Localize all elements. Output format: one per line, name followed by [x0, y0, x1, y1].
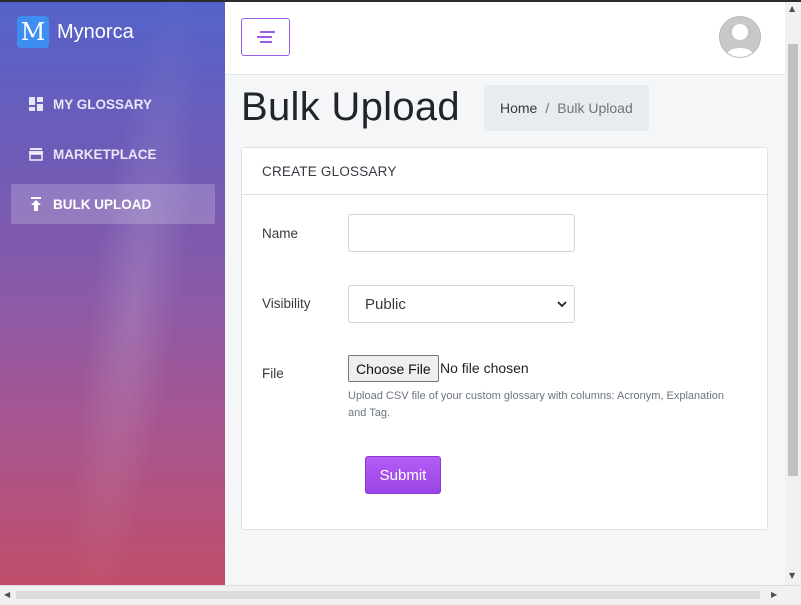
dashboard-icon	[29, 97, 43, 111]
avatar-silhouette	[726, 24, 754, 57]
main-content: Bulk Upload Home / Bulk Upload CREATE GL…	[225, 75, 785, 585]
sidebar-item-label: BULK UPLOAD	[53, 196, 152, 212]
sidebar: M Mynorca MY GLOSSARY MARKETPLACE BULK U…	[0, 2, 225, 585]
breadcrumb-home-link[interactable]: Home	[500, 100, 537, 116]
horizontal-scrollbar[interactable]: ◀ ▶	[0, 585, 801, 605]
menu-toggle-button[interactable]	[241, 18, 290, 56]
file-help-text: Upload CSV file of your custom glossary …	[348, 390, 724, 419]
name-input[interactable]	[348, 214, 575, 252]
page-title: Bulk Upload	[241, 85, 460, 129]
file-label: File	[262, 366, 284, 381]
sidebar-item-label: MY GLOSSARY	[53, 96, 153, 112]
visibility-select[interactable]: Public	[348, 285, 575, 323]
create-glossary-card: CREATE GLOSSARY Name Visibility Public F…	[241, 147, 768, 530]
brand-logo-icon: M	[17, 16, 49, 48]
scroll-up-arrow-icon[interactable]: ▲	[789, 5, 795, 13]
vertical-scroll-thumb[interactable]	[788, 44, 798, 476]
scroll-down-arrow-icon[interactable]: ▼	[789, 572, 795, 580]
sidebar-nav: MY GLOSSARY MARKETPLACE BULK UPLOAD	[11, 84, 215, 234]
card-header: CREATE GLOSSARY	[242, 148, 767, 195]
vertical-scrollbar[interactable]: ▲ ▼	[785, 2, 801, 585]
scroll-left-arrow-icon[interactable]: ◀	[4, 591, 10, 599]
menu-icon	[256, 31, 275, 43]
horizontal-scroll-thumb[interactable]	[16, 591, 760, 599]
breadcrumb-separator: /	[545, 100, 550, 116]
breadcrumb-current: Bulk Upload	[557, 100, 633, 116]
scroll-right-arrow-icon[interactable]: ▶	[771, 591, 777, 599]
file-status: No file chosen	[440, 360, 529, 376]
brand-name: Mynorca	[57, 20, 134, 43]
choose-file-button[interactable]: Choose File	[348, 355, 439, 382]
chevron-down-icon	[557, 301, 567, 308]
brand[interactable]: M Mynorca	[17, 16, 134, 48]
name-label: Name	[262, 226, 299, 241]
visibility-label: Visibility	[262, 296, 311, 311]
upload-icon	[31, 197, 41, 211]
topbar	[225, 2, 785, 75]
user-avatar-icon[interactable]	[719, 16, 761, 58]
store-icon	[29, 148, 43, 161]
sidebar-item-bulk-upload[interactable]: BULK UPLOAD	[11, 184, 215, 224]
sidebar-item-marketplace[interactable]: MARKETPLACE	[11, 134, 215, 174]
breadcrumb: Home / Bulk Upload	[484, 85, 649, 131]
submit-button[interactable]: Submit	[365, 456, 441, 494]
sidebar-item-my-glossary[interactable]: MY GLOSSARY	[11, 84, 215, 124]
visibility-selected-value: Public	[365, 295, 406, 313]
sidebar-item-label: MARKETPLACE	[53, 146, 157, 162]
